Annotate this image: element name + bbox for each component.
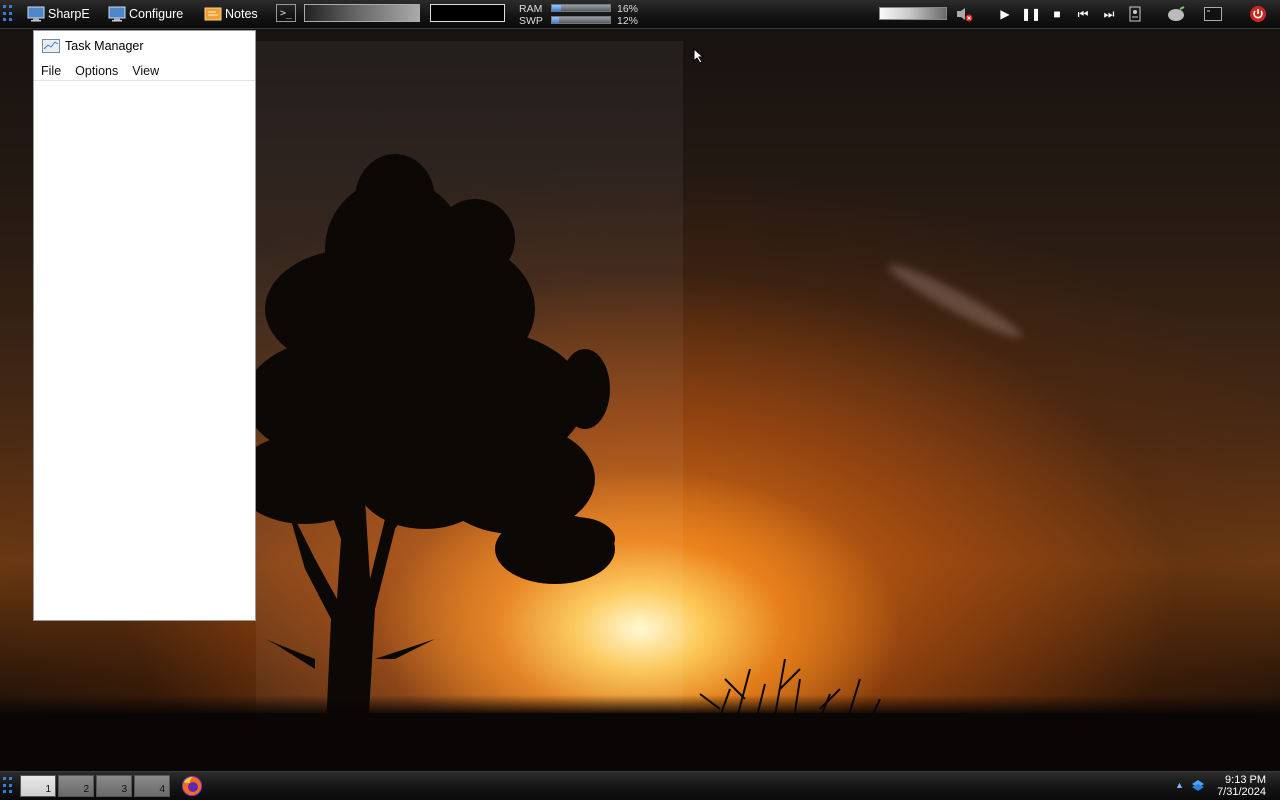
top-panel: SharpE Configure Notes >_ RAM SWP 16% 12… — [0, 0, 1280, 29]
tree-silhouette — [245, 154, 615, 749]
play-icon[interactable]: ▶ — [996, 6, 1014, 22]
network-icon[interactable] — [1166, 6, 1186, 22]
task-manager-window[interactable]: Task Manager File Options View — [33, 30, 256, 621]
window-title: Task Manager — [65, 39, 144, 53]
monitor-icon — [27, 6, 45, 22]
stop-icon[interactable]: ■ — [1048, 6, 1066, 22]
menu-view[interactable]: View — [125, 64, 166, 78]
workspace-2[interactable]: 2 — [58, 775, 94, 797]
mixer-icon[interactable] — [1126, 6, 1144, 22]
window-menubar: File Options View — [34, 62, 255, 81]
terminal-icon[interactable]: >_ — [276, 4, 296, 22]
workspace-3[interactable]: 3 — [96, 775, 132, 797]
monitor-icon — [108, 6, 126, 22]
task-manager-icon — [42, 39, 60, 53]
console-icon[interactable] — [1204, 6, 1222, 22]
swap-label: SWP — [519, 15, 543, 27]
launcher-label: SharpE — [48, 7, 90, 21]
swap-meter — [551, 16, 611, 24]
launcher-notes[interactable]: Notes — [204, 4, 258, 24]
workspace-number: 3 — [121, 784, 127, 795]
launcher-configure[interactable]: Configure — [108, 4, 183, 24]
launcher-label: Configure — [129, 7, 184, 21]
window-titlebar[interactable]: Task Manager — [42, 37, 144, 55]
panel-grip-icon[interactable] — [3, 5, 13, 23]
clock[interactable]: 9:13 PM 7/31/2024 — [1217, 774, 1266, 798]
workspace-number: 2 — [83, 784, 89, 795]
ground — [0, 713, 1280, 771]
command-input[interactable] — [304, 4, 420, 22]
power-icon[interactable] — [1248, 6, 1268, 22]
previous-icon[interactable]: ⏮ — [1074, 6, 1092, 22]
cpu-graph — [430, 4, 505, 22]
clock-time: 9:13 PM — [1225, 774, 1266, 786]
ram-label: RAM — [519, 3, 543, 15]
menu-file[interactable]: File — [34, 64, 68, 78]
volume-slider[interactable] — [879, 7, 947, 20]
launcher-sharpe[interactable]: SharpE — [27, 4, 90, 24]
ram-meter — [551, 4, 611, 12]
wallpaper-cloud — [884, 256, 1026, 346]
menu-options[interactable]: Options — [68, 64, 125, 78]
workspace-1[interactable]: 1 — [20, 775, 56, 797]
tray-expand-icon[interactable]: ▲ — [1175, 780, 1184, 790]
dropbox-icon[interactable] — [1191, 779, 1205, 793]
pause-icon[interactable]: ❚❚ — [1021, 6, 1041, 22]
workspace-4[interactable]: 4 — [134, 775, 170, 797]
swap-percent: 12% — [617, 15, 639, 27]
mouse-cursor-icon — [693, 48, 705, 64]
next-icon[interactable]: ⏭ — [1100, 6, 1118, 22]
launcher-label: Notes — [225, 7, 258, 21]
firefox-icon[interactable] — [181, 775, 203, 797]
workspace-number: 1 — [45, 784, 51, 795]
mute-icon[interactable] — [955, 6, 973, 22]
ram-percent: 16% — [617, 3, 639, 15]
horizon-haze — [0, 695, 1280, 715]
clock-date: 7/31/2024 — [1217, 786, 1266, 798]
taskbar-grip-icon[interactable] — [3, 777, 13, 795]
bottom-taskbar: 1 2 3 4 ▲ 9:13 PM 7/31/2024 — [0, 771, 1280, 800]
workspace-number: 4 — [159, 784, 165, 795]
notes-icon — [204, 7, 222, 21]
